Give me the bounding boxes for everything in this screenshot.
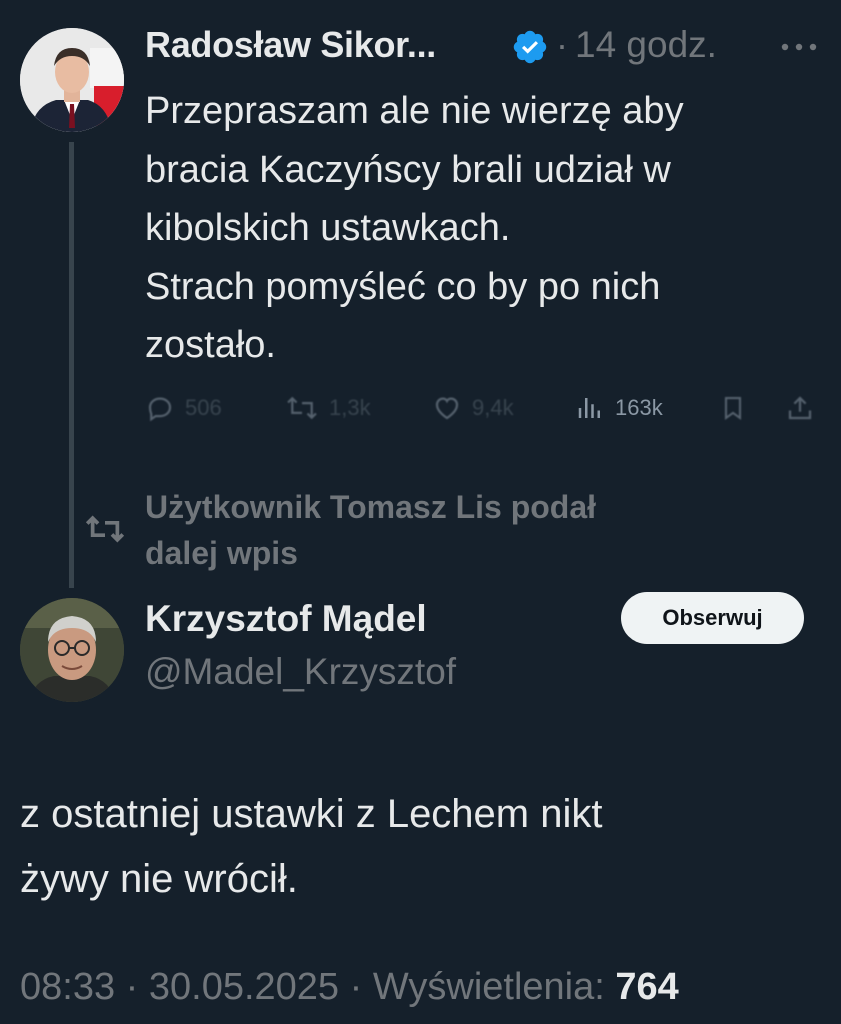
tweet2-author-handle[interactable]: @Madel_Krzysztof [145,651,456,693]
tweet1-timestamp[interactable]: 14 godz. [575,24,717,66]
avatar-radoslaw-sikorski[interactable] [20,28,124,132]
share-icon [788,396,812,420]
repost-icon [82,512,128,546]
views-button[interactable]: 163k [575,388,663,428]
tweet2-body: z ostatniej ustawki z Lechem nikt żywy n… [20,782,820,912]
repost-icon [287,396,317,420]
tweet2-line: z ostatniej ustawki z Lechem nikt [20,792,603,836]
meta-separator: · [349,966,363,1008]
verified-badge-icon [511,28,549,66]
repost-count: 1,3k [329,395,371,420]
tweet1-line: Przepraszam ale nie wierzę aby [145,90,684,132]
tweet2-meta: 08:33 · 30.05.2025 · Wyświetlenia: 764 [20,966,679,1009]
tweet1-body: Przepraszam ale nie wierzę aby bracia Ka… [145,82,805,375]
thread-connector-line [69,142,74,588]
tweet1-line: bracia Kaczyńscy brali udział w [145,148,671,191]
tweet1-line: kibolskich ustawkach. [145,207,511,249]
repost-notice[interactable]: Użytkownik Tomasz Lis podał dalej wpis [145,484,765,576]
bookmark-icon [724,397,742,420]
reply-count: 506 [185,395,222,420]
follow-button[interactable]: Obserwuj [621,592,804,644]
repost-notice-line: Użytkownik Tomasz Lis podał [145,489,597,525]
repost-button[interactable]: 1,3k [285,388,371,428]
meta-separator: · [125,966,139,1008]
meta-views-value: 764 [615,966,679,1008]
heart-icon [435,397,459,420]
tweet1-line: zostało. [145,324,276,366]
views-bars-icon [578,398,600,418]
meta-views-label: Wyświetlenia: [372,966,605,1008]
reply-bubble-icon [148,397,172,422]
tweet1-author-name[interactable]: Radosław Sikor... [145,24,436,66]
like-button[interactable]: 9,4k [432,388,514,428]
share-button[interactable] [785,388,815,428]
more-dots-icon[interactable] [778,40,820,54]
tweet2-line: żywy nie wrócił. [20,857,298,901]
repost-notice-line: dalej wpis [145,535,298,571]
like-count: 9,4k [472,395,514,420]
avatar-krzysztof-madel[interactable] [20,598,124,702]
tweet1-action-bar: 506 1,3k 9,4k 163k [145,388,825,428]
tweet1-line: Strach pomyśleć co by po nich [145,265,661,308]
meta-date[interactable]: 30.05.2025 [149,966,339,1008]
views-count: 163k [615,395,663,420]
reply-button[interactable]: 506 [145,388,222,428]
bookmark-button[interactable] [719,388,747,428]
meta-time[interactable]: 08:33 [20,966,115,1008]
time-separator: · [556,24,568,65]
tweet2-author-name[interactable]: Krzysztof Mądel [145,598,427,640]
